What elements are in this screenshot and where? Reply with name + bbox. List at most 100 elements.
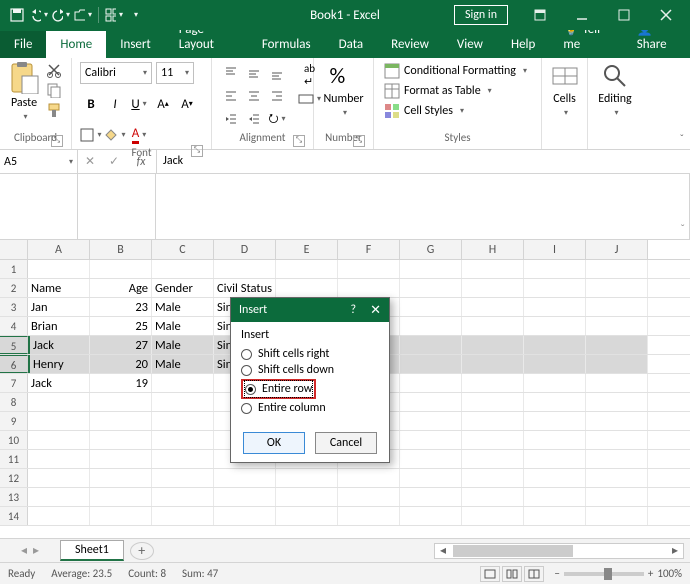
cell[interactable] [152,412,214,430]
row-header[interactable]: 8 [0,393,28,411]
cell[interactable] [152,469,214,487]
row-header[interactable]: 7 [0,374,28,392]
number-format-button[interactable]: % Number ▾ [322,62,365,118]
row-header[interactable]: 2 [0,279,28,297]
col-header[interactable]: E [276,240,338,259]
cell[interactable] [586,317,648,335]
cell[interactable] [586,412,648,430]
formula-input[interactable]: Jack [157,150,690,173]
cell[interactable] [586,507,648,525]
cell[interactable] [400,317,462,335]
select-all-button[interactable] [0,240,28,259]
cell[interactable] [586,374,648,392]
dialog-titlebar[interactable]: Insert ? ✕ [231,298,389,322]
cell[interactable] [400,355,462,373]
row-header[interactable]: 5 [0,336,28,354]
font-name-select[interactable]: Calibri▾ [80,62,152,84]
row-header[interactable]: 11 [0,450,28,468]
cell[interactable] [462,374,524,392]
orientation-button[interactable]: ⭮▾ [266,108,288,130]
cell[interactable]: 19 [90,374,152,392]
bold-button[interactable]: B [80,93,102,115]
maximize-button[interactable] [604,0,644,30]
name-box[interactable]: A5▾ [0,150,78,173]
cell[interactable] [400,431,462,449]
cell[interactable] [90,507,152,525]
cell[interactable] [524,298,586,316]
tab-home[interactable]: Home [46,31,106,58]
cell[interactable] [400,507,462,525]
ok-button[interactable]: OK [243,432,305,454]
collapse-ribbon-icon[interactable]: ˇ [680,132,684,145]
decrease-font-button[interactable]: A▾ [176,93,198,115]
cell[interactable] [586,336,648,354]
sheet-nav-next[interactable]: ▸ [33,543,39,558]
cell[interactable] [214,469,276,487]
row-header[interactable]: 14 [0,507,28,525]
cancel-button[interactable]: Cancel [315,432,377,454]
tab-review[interactable]: Review [377,31,443,58]
cell[interactable] [462,298,524,316]
cell[interactable] [586,393,648,411]
cell[interactable] [152,431,214,449]
conditional-formatting-button[interactable]: Conditional Formatting▾ [382,62,529,80]
align-middle-button[interactable] [243,62,265,84]
cell[interactable] [338,260,400,278]
cell[interactable]: Male [152,355,214,373]
cell[interactable] [28,507,90,525]
cell[interactable] [462,317,524,335]
editing-button[interactable]: Editing ▾ [596,62,634,118]
cell[interactable]: Male [152,298,214,316]
cell[interactable] [90,260,152,278]
cell[interactable]: 27 [90,336,152,354]
horizontal-scrollbar[interactable]: ◂ ▸ [434,543,684,559]
scroll-right-icon[interactable]: ▸ [667,543,683,558]
cell[interactable] [462,488,524,506]
cell[interactable] [524,450,586,468]
align-center-button[interactable] [243,85,265,107]
cell[interactable] [524,488,586,506]
scroll-left-icon[interactable]: ◂ [435,543,451,558]
cell[interactable] [586,355,648,373]
cell[interactable] [586,488,648,506]
collapse-formula-bar-icon[interactable]: ˇ [680,223,685,237]
cell[interactable] [524,317,586,335]
cell[interactable] [90,431,152,449]
align-left-button[interactable] [220,85,242,107]
cell[interactable] [152,450,214,468]
view-normal-button[interactable] [480,566,500,582]
cell[interactable] [524,393,586,411]
format-as-table-button[interactable]: Format as Table▾ [382,82,529,100]
ribbon-display-button[interactable] [520,0,560,30]
row-header[interactable]: 3 [0,298,28,316]
cell[interactable] [524,260,586,278]
cell[interactable]: Jack [28,336,90,354]
cell[interactable] [28,260,90,278]
cell[interactable]: 23 [90,298,152,316]
cell[interactable] [524,374,586,392]
cell[interactable] [214,260,276,278]
cell[interactable]: Age [90,279,152,297]
radio-shift-down[interactable]: Shift cells down [241,362,379,378]
cell[interactable] [28,393,90,411]
cell[interactable] [524,507,586,525]
col-header[interactable]: F [338,240,400,259]
number-launcher[interactable]: ⤡ [353,135,365,147]
row-header[interactable]: 4 [0,317,28,335]
cell[interactable] [28,450,90,468]
cell[interactable] [90,393,152,411]
font-launcher[interactable]: ⤡ [191,145,203,157]
scroll-thumb[interactable] [453,545,573,557]
minimize-button[interactable] [562,0,602,30]
cell[interactable] [28,469,90,487]
paste-button[interactable]: Paste ▾ [8,62,40,122]
cell[interactable] [214,507,276,525]
cell[interactable] [400,412,462,430]
cell[interactable] [276,488,338,506]
align-right-button[interactable] [266,85,288,107]
save-icon[interactable] [8,6,26,24]
cell[interactable] [28,412,90,430]
cell[interactable] [152,393,214,411]
row-header[interactable]: 12 [0,469,28,487]
cell[interactable] [276,279,338,297]
